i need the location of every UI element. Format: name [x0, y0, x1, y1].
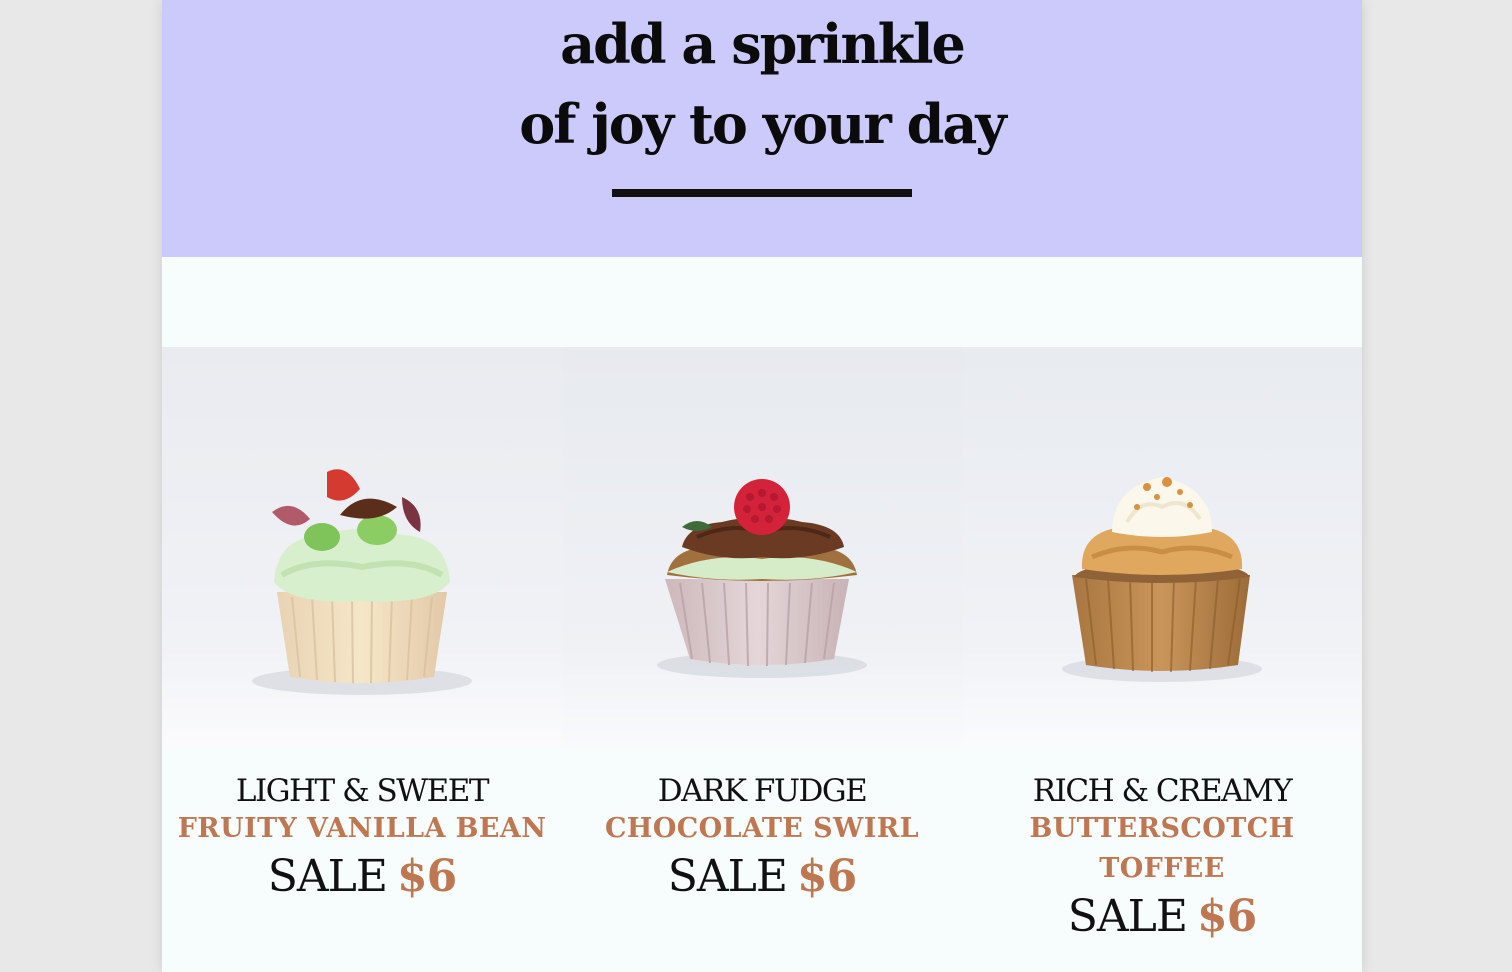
product-price: SALE $6	[162, 847, 562, 907]
product-price: SALE $6	[962, 887, 1362, 947]
product-flavor-name[interactable]: CHOCOLATE SWIRL	[572, 809, 952, 849]
hero-divider	[612, 189, 912, 197]
cupcake-butterscotch-photo[interactable]	[962, 347, 1362, 747]
price-amount: $6	[797, 851, 857, 902]
product-tagline: LIGHT & SWEET	[235, 773, 490, 809]
cupcake-chocolate-photo[interactable]	[562, 347, 962, 747]
product-tagline: DARK FUDGE	[657, 773, 868, 809]
product-flavor-name[interactable]: BUTTERSCOTCH TOFFEE	[972, 809, 1352, 889]
price-amount: $6	[1197, 891, 1257, 942]
hero-title-line-2: of joy to your day	[519, 92, 1007, 156]
product-card-vanilla[interactable]: LIGHT & SWEET FRUITY VANILLA BEAN SALE $6	[162, 347, 562, 972]
sale-label: SALE	[667, 851, 788, 902]
hero-title-line-1: add a sprinkle	[560, 12, 966, 76]
cupcake-vanilla-photo[interactable]	[162, 347, 562, 747]
product-price: SALE $6	[562, 847, 962, 907]
product-card-butterscotch[interactable]: RICH & CREAMY BUTTERSCOTCH TOFFEE SALE $6	[962, 347, 1362, 972]
product-flavor-name[interactable]: FRUITY VANILLA BEAN	[172, 809, 552, 849]
page-container: add a sprinkle of joy to your day LIGHT …	[162, 0, 1362, 972]
hero-title: add a sprinkle of joy to your day	[162, 4, 1362, 164]
sale-label: SALE	[267, 851, 388, 902]
product-tagline: RICH & CREAMY	[1032, 773, 1293, 809]
product-card-chocolate[interactable]: DARK FUDGE CHOCOLATE SWIRL SALE $6	[562, 347, 962, 972]
price-amount: $6	[397, 851, 457, 902]
sale-label: SALE	[1067, 891, 1188, 942]
hero-banner: add a sprinkle of joy to your day	[162, 0, 1362, 257]
